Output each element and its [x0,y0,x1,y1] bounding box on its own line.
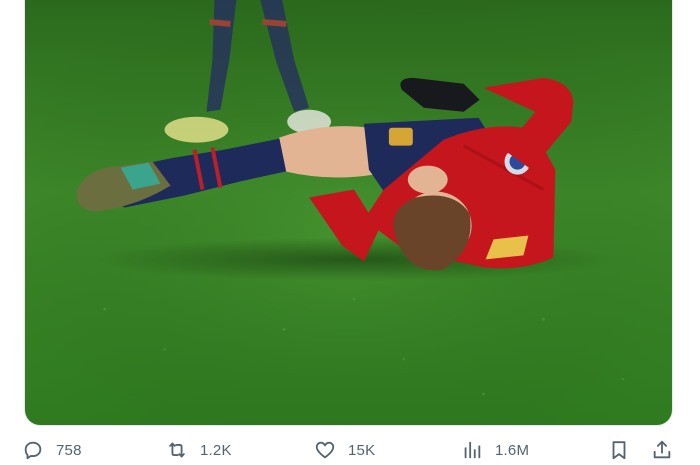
views-chart-icon [464,441,481,459]
reply-icon [24,441,42,460]
bookmark-button[interactable] [608,436,630,464]
share-icon [653,440,671,459]
share-button[interactable] [651,436,673,464]
tweet-media-image[interactable] [24,0,673,426]
views-button[interactable]: 1.6M [461,436,529,464]
retweet-icon [169,442,185,458]
reply-button[interactable]: 758 [22,436,82,464]
like-button[interactable]: 15K [314,436,375,464]
tweet-action-bar: 758 1.2K 15K 1.6M [20,436,680,464]
retweet-button[interactable]: 1.2K [166,436,232,464]
like-count: 15K [348,441,376,459]
reply-count: 758 [56,441,82,459]
views-count: 1.6M [495,441,530,459]
heart-icon [315,441,335,459]
injured-player-photo [25,0,672,425]
retweet-count: 1.2K [200,441,232,459]
bookmark-icon [612,441,626,460]
